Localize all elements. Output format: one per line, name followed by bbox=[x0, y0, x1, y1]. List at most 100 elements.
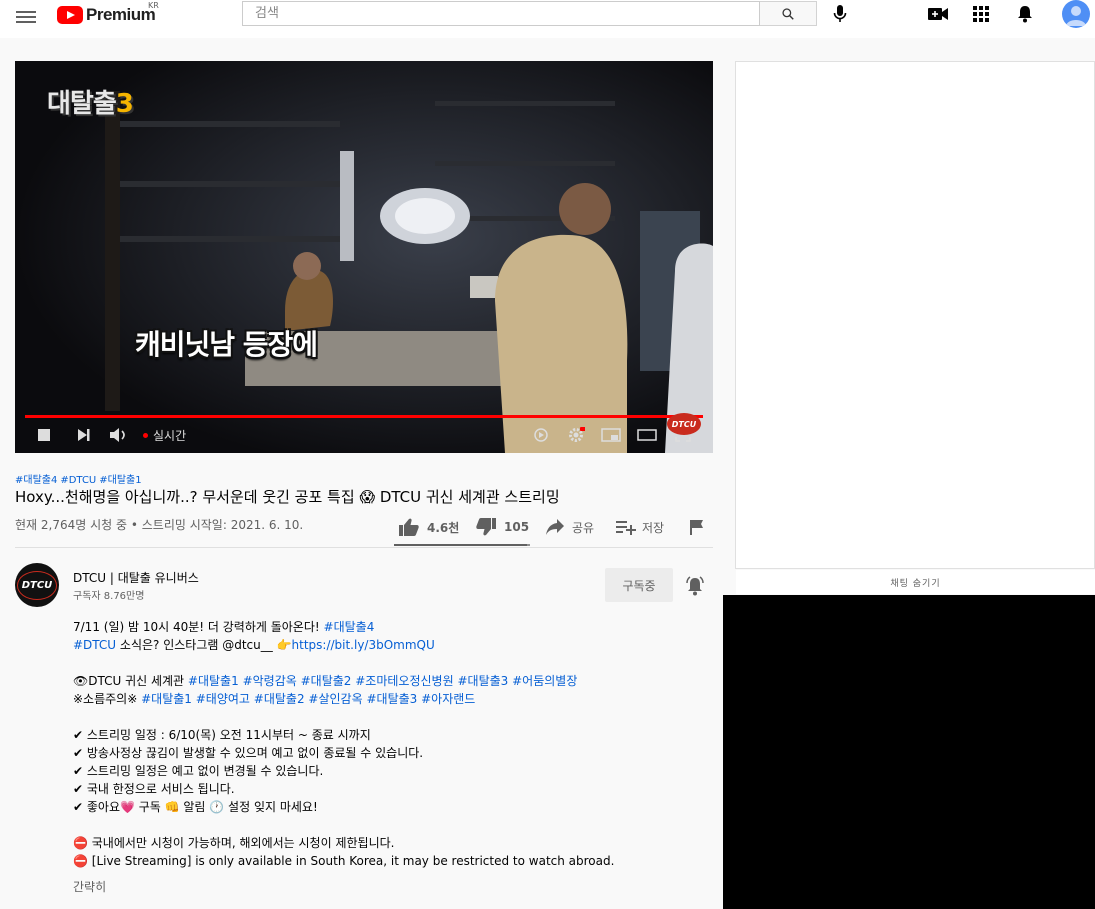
youtube-play-icon bbox=[57, 6, 83, 24]
like-ratio-bar bbox=[394, 544, 530, 546]
apps-grid-icon[interactable] bbox=[971, 4, 991, 24]
report-button[interactable] bbox=[689, 517, 705, 537]
video-player[interactable]: 대탈출3 캐비닛남 등장에 실시간 DTCU bbox=[15, 61, 713, 453]
video-subtitle: 캐비닛남 등장에 bbox=[135, 328, 318, 361]
progress-fill bbox=[25, 415, 703, 418]
description-url-link[interactable]: https://bit.ly/3bOmmQU bbox=[292, 638, 435, 652]
user-avatar[interactable] bbox=[1062, 0, 1090, 28]
divider bbox=[15, 547, 713, 548]
description-hashtag-link[interactable]: #악령감옥 bbox=[243, 674, 297, 688]
progress-bar[interactable] bbox=[25, 415, 703, 418]
description-hashtag-link[interactable]: #대탈출4 bbox=[324, 620, 375, 634]
description-hashtag-link[interactable]: #대탈출2 bbox=[301, 674, 352, 688]
description-line: ✔ 방송사정상 끊김이 발생할 수 있으며 예고 없이 종료될 수 있습니다. bbox=[73, 744, 673, 762]
notification-bell-button[interactable] bbox=[683, 574, 707, 598]
description-hashtag-link[interactable]: #대탈출1 bbox=[188, 674, 239, 688]
like-count: 4.6천 bbox=[427, 520, 460, 535]
share-button[interactable]: 공유 bbox=[546, 517, 594, 537]
notifications-bell-icon[interactable] bbox=[1015, 4, 1035, 24]
autoplay-toggle[interactable] bbox=[533, 425, 549, 445]
description-hashtag-link[interactable]: #살인감옥 bbox=[308, 692, 362, 706]
side-panel-black bbox=[723, 595, 1095, 909]
live-chat-panel bbox=[735, 61, 1095, 569]
create-video-icon[interactable] bbox=[928, 4, 948, 24]
theater-icon bbox=[637, 429, 657, 441]
description-line: 7/11 (일) 밤 10시 40분! 더 강력하게 돌아온다! #대탈출4 bbox=[73, 618, 673, 636]
description-hashtag-link[interactable]: #아자랜드 bbox=[421, 692, 475, 706]
gear-icon bbox=[569, 427, 585, 442]
video-description: 7/11 (일) 밤 10시 40분! 더 강력하게 돌아온다! #대탈출4 #D… bbox=[73, 618, 673, 870]
description-text: 👁DTCU 귀신 세계관 bbox=[73, 674, 188, 688]
description-line: 👁DTCU 귀신 세계관 #대탈출1 #악령감옥 #대탈출2 #조마테오정신병원… bbox=[73, 672, 673, 690]
description-line: ⛔ 국내에서만 시청이 가능하며, 해외에서는 시청이 제한됩니다. bbox=[73, 834, 673, 852]
live-indicator[interactable]: 실시간 bbox=[143, 425, 186, 445]
channel-name[interactable]: DTCU | 대탈출 유니버스 bbox=[73, 569, 199, 586]
youtube-premium-logo[interactable]: Premium bbox=[57, 4, 156, 26]
description-text: 소식은? 인스타그램 @dtcu__ 👉 bbox=[116, 638, 292, 652]
theater-mode-button[interactable] bbox=[637, 425, 657, 445]
description-hashtag-link[interactable]: #대탈출3 bbox=[366, 692, 417, 706]
hashtag-link[interactable]: #대탈출1 bbox=[99, 475, 141, 486]
flag-icon bbox=[690, 520, 703, 535]
description-hashtag-link[interactable]: #대탈출3 bbox=[457, 674, 508, 688]
description-text: ✔ 스트리밍 일정은 예고 없이 변경될 수 있습니다. bbox=[73, 764, 324, 778]
like-ratio-fill bbox=[394, 544, 527, 546]
country-code: KR bbox=[148, 1, 159, 10]
description-line: ※소름주의※ #대탈출1 #태양여고 #대탈출2 #살인감옥 #대탈출3 #아자… bbox=[73, 690, 673, 708]
thumbs-up-icon bbox=[399, 518, 419, 536]
video-hashtags: #대탈출4 #DTCU #대탈출1 bbox=[15, 471, 145, 486]
subscribed-button[interactable]: 구독중 bbox=[605, 568, 673, 602]
hashtag-link[interactable]: #대탈출4 bbox=[15, 475, 57, 486]
video-meta: 현재 2,764명 시청 중 • 스트리밍 시작일: 2021. 6. 10. bbox=[15, 518, 304, 532]
channel-watermark[interactable]: DTCU bbox=[667, 413, 701, 435]
description-line: ✔ 국내 한정으로 서비스 됩니다. bbox=[73, 780, 673, 798]
live-label: 실시간 bbox=[153, 428, 187, 443]
description-text: ✔ 국내 한정으로 서비스 됩니다. bbox=[73, 782, 235, 796]
description-line: ⛔ [Live Streaming] is only available in … bbox=[73, 852, 673, 870]
description-line: ✔ 스트리밍 일정 : 6/10(목) 오전 11시부터 ~ 종료 시까지 bbox=[73, 726, 673, 744]
dislike-count: 105 bbox=[504, 520, 530, 534]
search-button[interactable] bbox=[760, 1, 817, 26]
description-text: ※소름주의※ bbox=[73, 692, 142, 706]
like-button[interactable]: 4.6천 bbox=[399, 517, 459, 537]
next-icon bbox=[78, 429, 90, 441]
show-less-button[interactable]: 간략히 bbox=[73, 878, 106, 895]
description-line bbox=[73, 816, 673, 834]
next-button[interactable] bbox=[77, 425, 91, 445]
hashtag-link[interactable]: #DTCU bbox=[60, 475, 96, 486]
logo-text: Premium bbox=[86, 5, 156, 24]
stop-button[interactable] bbox=[37, 425, 51, 445]
description-line bbox=[73, 654, 673, 672]
description-hashtag-link[interactable]: #조마테오정신병원 bbox=[355, 674, 453, 688]
description-hashtag-link[interactable]: #DTCU bbox=[73, 638, 116, 652]
save-label: 저장 bbox=[642, 520, 665, 535]
menu-icon[interactable] bbox=[16, 8, 36, 24]
live-dot-icon bbox=[143, 432, 148, 438]
channel-avatar[interactable]: DTCU bbox=[15, 563, 59, 607]
description-line: #DTCU 소식은? 인스타그램 @dtcu__ 👉https://bit.ly… bbox=[73, 636, 673, 654]
top-bar: Premium KR bbox=[0, 0, 1095, 38]
search-input[interactable] bbox=[243, 2, 759, 25]
description-text: ✔ 방송사정상 끊김이 발생할 수 있으며 예고 없이 종료될 수 있습니다. bbox=[73, 746, 424, 760]
save-button[interactable]: 저장 bbox=[616, 517, 664, 537]
search-icon bbox=[782, 7, 794, 20]
thumbs-down-icon bbox=[476, 518, 496, 536]
volume-button[interactable] bbox=[109, 425, 129, 445]
video-title: Hoxy...천해명을 아십니까..? 무서운데 웃긴 공포 특집 😱 DTCU… bbox=[15, 488, 560, 506]
bell-ringing-icon bbox=[686, 576, 704, 596]
description-hashtag-link[interactable]: #대탈출2 bbox=[254, 692, 305, 706]
search-box bbox=[242, 1, 760, 26]
dislike-button[interactable]: 105 bbox=[476, 517, 529, 537]
description-line: ✔ 좋아요💗 구독 👊 알림 🕐 설정 잊지 마세요! bbox=[73, 798, 673, 816]
description-hashtag-link[interactable]: #어둠의별장 bbox=[512, 674, 577, 688]
miniplayer-button[interactable] bbox=[601, 425, 621, 445]
settings-button[interactable] bbox=[567, 425, 585, 445]
description-text: ⛔ 국내에서만 시청이 가능하며, 해외에서는 시청이 제한됩니다. bbox=[73, 836, 395, 850]
description-text: 7/11 (일) 밤 10시 40분! 더 강력하게 돌아온다! bbox=[73, 620, 324, 634]
hide-chat-button[interactable]: 채팅 숨기기 bbox=[736, 570, 1095, 594]
autoplay-icon bbox=[534, 428, 548, 442]
show-logo: 대탈출3 bbox=[47, 89, 134, 119]
description-hashtag-link[interactable]: #대탈출1 bbox=[141, 692, 192, 706]
microphone-icon[interactable] bbox=[830, 4, 850, 24]
description-hashtag-link[interactable]: #태양여고 bbox=[196, 692, 250, 706]
